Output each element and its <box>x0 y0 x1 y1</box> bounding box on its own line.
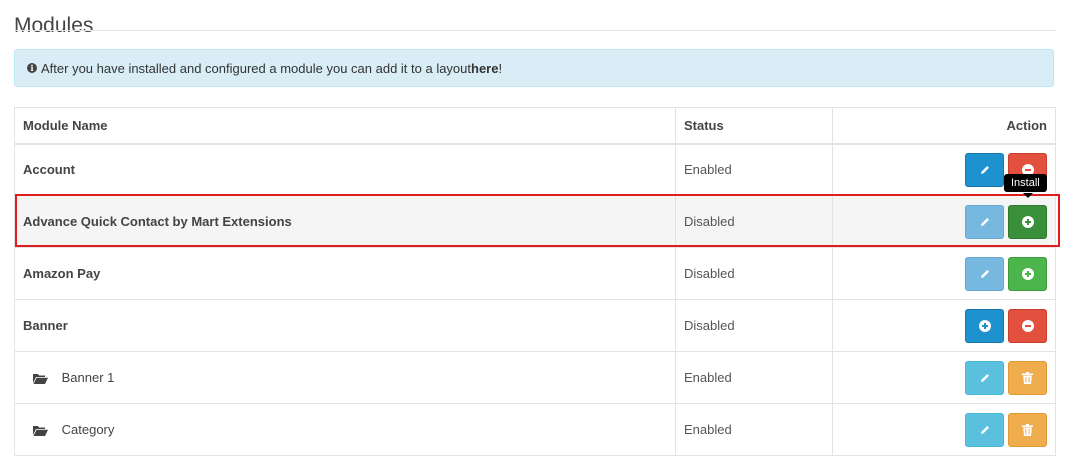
edit-button[interactable] <box>965 360 1004 395</box>
pencil-icon <box>980 165 989 174</box>
module-instance-label: Category <box>61 422 115 437</box>
edit-button[interactable] <box>965 152 1004 187</box>
uninstall-button[interactable] <box>1008 308 1047 343</box>
pencil-icon <box>980 269 989 278</box>
pencil-icon <box>980 217 989 226</box>
module-name: Advance Quick Contact by Mart Extensions <box>14 195 676 248</box>
module-status: Enabled <box>675 351 833 404</box>
install-button[interactable] <box>1008 256 1047 291</box>
install-tooltip: Install <box>1004 174 1047 192</box>
column-header-module-name[interactable]: Module Name <box>14 107 676 145</box>
action-cell <box>832 195 1056 248</box>
install-button[interactable] <box>1008 204 1047 239</box>
module-name: Account <box>14 143 676 196</box>
edit-button[interactable] <box>965 256 1004 291</box>
folder-open-icon <box>33 426 48 437</box>
alert-text: After you have installed and configured … <box>41 60 472 76</box>
module-status: Disabled <box>675 299 833 352</box>
plus-circle-icon <box>978 319 991 332</box>
folder-open-icon <box>33 374 48 385</box>
action-cell <box>832 403 1056 456</box>
table-row: Banner Disabled <box>14 299 1056 352</box>
module-status: Disabled <box>675 247 833 300</box>
trash-icon <box>1022 371 1033 384</box>
module-name: Banner <box>14 299 676 352</box>
column-header-action: Action <box>832 107 1056 145</box>
trash-icon <box>1022 423 1033 436</box>
table-row: Amazon Pay Disabled <box>14 247 1056 300</box>
delete-button[interactable] <box>1008 412 1047 447</box>
edit-button[interactable] <box>965 204 1004 239</box>
table-header-row: Module Name Status Action <box>14 107 1056 145</box>
add-module-button[interactable] <box>965 308 1004 343</box>
edit-button[interactable] <box>965 412 1004 447</box>
plus-circle-icon <box>1021 215 1034 228</box>
minus-circle-icon <box>1021 319 1034 332</box>
table-row: Account Enabled <box>14 143 1056 196</box>
page-title: Modules <box>14 14 94 38</box>
module-instance-name: Banner 1 <box>14 351 676 404</box>
title-divider <box>14 30 1056 31</box>
info-alert: i After you have installed and configure… <box>14 49 1054 87</box>
alert-here-link[interactable]: here <box>471 61 498 76</box>
action-cell <box>832 299 1056 352</box>
alert-text-end: ! <box>498 60 503 76</box>
modules-table: Module Name Status Action Account Enable… <box>14 107 1056 456</box>
module-status: Disabled <box>675 195 833 248</box>
module-status: Enabled <box>675 143 833 196</box>
info-icon: i <box>27 63 37 73</box>
tooltip-arrow <box>1023 193 1033 198</box>
module-instance-name: Category <box>14 403 676 456</box>
module-instance-label: Banner 1 <box>61 370 115 385</box>
table-row: Banner 1 Enabled <box>14 351 1056 404</box>
module-status: Enabled <box>675 403 833 456</box>
delete-button[interactable] <box>1008 360 1047 395</box>
plus-circle-icon <box>1021 267 1034 280</box>
module-name: Amazon Pay <box>14 247 676 300</box>
pencil-icon <box>980 373 989 382</box>
action-cell <box>832 351 1056 404</box>
table-row: Category Enabled <box>14 403 1056 456</box>
table-row: Advance Quick Contact by Mart Extensions… <box>14 195 1056 248</box>
pencil-icon <box>980 425 989 434</box>
action-cell <box>832 247 1056 300</box>
column-header-status[interactable]: Status <box>675 107 833 145</box>
